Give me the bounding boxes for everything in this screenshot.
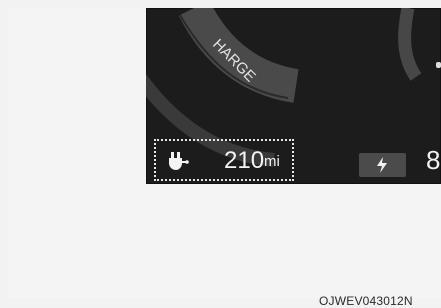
range-display: 210 mi bbox=[154, 139, 294, 181]
figure-code: OJWEV043012N bbox=[319, 294, 413, 308]
range-value: 210 bbox=[224, 147, 265, 174]
range-unit: mi bbox=[264, 153, 280, 170]
charging-indicator bbox=[359, 153, 406, 177]
plug-icon bbox=[169, 152, 189, 170]
lightning-icon bbox=[377, 157, 387, 173]
ev-instrument-cluster: HARGE 210 mi 8 bbox=[146, 8, 441, 184]
battery-percentage-fragment: 8 bbox=[426, 145, 441, 175]
right-gauge-arc bbox=[398, 8, 422, 81]
gauge-marker bbox=[436, 62, 441, 68]
